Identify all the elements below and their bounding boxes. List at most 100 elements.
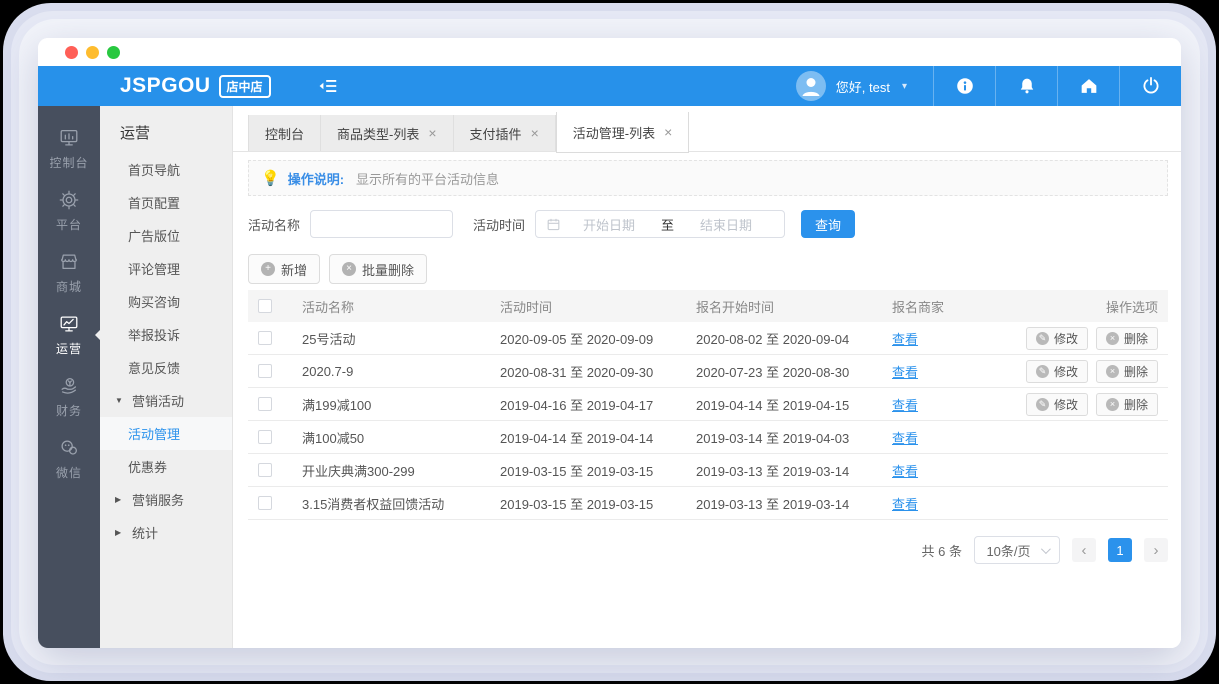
submenu-item[interactable]: 广告版位: [100, 219, 232, 252]
sidebar-item-mall[interactable]: 商城: [38, 242, 100, 304]
submenu-item[interactable]: ▼营销活动: [100, 384, 232, 417]
close-window-button[interactable]: [65, 46, 78, 59]
action-button-label: 删除: [1124, 330, 1148, 347]
pencil-icon: ✎: [1036, 398, 1049, 411]
action-button-label: 修改: [1054, 330, 1078, 347]
row-checkbox[interactable]: [258, 331, 272, 345]
edit-button[interactable]: ✎ 修改: [1026, 327, 1088, 350]
sidebar-item-label: 微信: [56, 464, 82, 481]
close-tab-icon[interactable]: ×: [428, 125, 436, 141]
row-checkbox[interactable]: [258, 496, 272, 510]
submenu-item-label: 广告版位: [128, 226, 180, 245]
cell-time: 2019-03-15 至 2019-03-15: [500, 461, 696, 480]
delete-button[interactable]: ×删除: [1096, 393, 1158, 416]
date-range-picker[interactable]: 开始日期 至 结束日期: [535, 210, 785, 238]
prev-page-button[interactable]: ‹: [1072, 538, 1096, 562]
batch-delete-button-label: 批量删除: [362, 260, 414, 279]
home-button[interactable]: [1058, 66, 1119, 106]
view-merchants-link[interactable]: 查看: [892, 431, 918, 446]
select-all-checkbox[interactable]: [258, 299, 272, 313]
close-tab-icon[interactable]: ×: [531, 125, 539, 141]
zoom-window-button[interactable]: [107, 46, 120, 59]
row-checkbox[interactable]: [258, 430, 272, 444]
col-activity-time: 活动时间: [500, 297, 696, 316]
submenu-item[interactable]: 活动管理: [100, 417, 232, 450]
sidebar-item-operations[interactable]: 运营: [38, 304, 100, 366]
info-button[interactable]: [934, 66, 995, 106]
info-icon: [954, 75, 976, 97]
view-merchants-link[interactable]: 查看: [892, 497, 918, 512]
submenu-item[interactable]: 优惠券: [100, 450, 232, 483]
main-panel: 控制台商品类型-列表×支付插件× 活动管理-列表 × 💡 操作说明: 显示所有的平台…: [233, 106, 1181, 648]
app-window: JSPGOU 店中店 您好, test ▾ 控制台平台商城运营财务微信 运营 首…: [38, 38, 1181, 648]
submenu-item[interactable]: ▶统计: [100, 516, 232, 549]
tab-page[interactable]: 支付插件×: [454, 115, 556, 151]
pagination: 共 6 条 10条/页 ‹ 1 ›: [248, 536, 1168, 564]
user-menu[interactable]: 您好, test ▾: [796, 71, 933, 101]
action-button-label: 删除: [1124, 363, 1148, 380]
delete-button[interactable]: ×删除: [1096, 327, 1158, 350]
submenu-item-label: 举报投诉: [128, 325, 180, 344]
submenu-item[interactable]: 首页导航: [100, 153, 232, 186]
sidebar-item-platform[interactable]: 平台: [38, 180, 100, 242]
sidebar-item-wechat[interactable]: 微信: [38, 428, 100, 490]
page-size-select[interactable]: 10条/页: [974, 536, 1060, 564]
chevron-down-icon: ▾: [902, 81, 907, 92]
submenu-item[interactable]: 首页配置: [100, 186, 232, 219]
view-merchants-link[interactable]: 查看: [892, 398, 918, 413]
tab-page[interactable]: 活动管理-列表 ×: [556, 112, 690, 153]
window-titlebar: [38, 38, 1181, 66]
menu-fold-button[interactable]: [317, 75, 339, 97]
cell-name: 开业庆典满300-299: [302, 461, 500, 480]
tab-label: 活动管理-列表: [573, 123, 655, 142]
close-tab-icon[interactable]: ×: [664, 124, 672, 140]
submenu-item[interactable]: 意见反馈: [100, 351, 232, 384]
tab-page[interactable]: 商品类型-列表×: [321, 115, 454, 151]
submenu-item[interactable]: 举报投诉: [100, 318, 232, 351]
row-checkbox[interactable]: [258, 463, 272, 477]
view-merchants-link[interactable]: 查看: [892, 365, 918, 380]
activity-name-input[interactable]: [310, 210, 453, 238]
row-checkbox[interactable]: [258, 364, 272, 378]
submenu-item[interactable]: ▶营销服务: [100, 483, 232, 516]
edit-button[interactable]: ✎修改: [1026, 393, 1088, 416]
minimize-window-button[interactable]: [86, 46, 99, 59]
sidebar-item-console[interactable]: 控制台: [38, 118, 100, 180]
submenu-title: 运营: [120, 122, 232, 143]
page-number-button[interactable]: 1: [1108, 538, 1132, 562]
next-page-button[interactable]: ›: [1144, 538, 1168, 562]
pencil-icon: ✎: [1036, 332, 1049, 345]
sidebar-item-finance[interactable]: 财务: [38, 366, 100, 428]
cell-name: 满199减100: [302, 395, 500, 414]
cell-time: 2019-04-16 至 2019-04-17: [500, 395, 696, 414]
primary-sidebar: 控制台平台商城运营财务微信: [38, 106, 100, 648]
cell-actions: ✎ 修改 ×删除: [1018, 327, 1158, 350]
end-date-input[interactable]: 结束日期: [678, 215, 774, 234]
submenu-item[interactable]: 购买咨询: [100, 285, 232, 318]
add-button[interactable]: + 新增: [248, 254, 320, 284]
cell-signup: 2020-07-23 至 2020-08-30: [696, 362, 892, 381]
submenu-item-label: 首页导航: [128, 160, 180, 179]
batch-delete-button[interactable]: × 批量删除: [329, 254, 427, 284]
submenu-item-label: 评论管理: [128, 259, 180, 278]
search-button[interactable]: 查询: [801, 210, 855, 238]
activities-table: 活动名称 活动时间 报名开始时间 报名商家 操作选项 25号活动2020-09-…: [248, 290, 1168, 520]
delete-button[interactable]: ×删除: [1096, 360, 1158, 383]
cell-signup: 2019-03-13 至 2019-03-14: [696, 494, 892, 513]
total-count: 共 6 条: [922, 541, 962, 560]
row-checkbox[interactable]: [258, 397, 272, 411]
submenu-item[interactable]: 评论管理: [100, 252, 232, 285]
bell-button[interactable]: [996, 66, 1057, 106]
greeting-text: 您好, test: [836, 77, 890, 96]
add-button-label: 新增: [281, 260, 307, 279]
info-bar: 💡 操作说明: 显示所有的平台活动信息: [248, 160, 1168, 196]
table-row: 开业庆典满300-2992019-03-15 至 2019-03-152019-…: [248, 454, 1168, 487]
view-merchants-link[interactable]: 查看: [892, 332, 918, 347]
page-content: 💡 操作说明: 显示所有的平台活动信息 活动名称 活动时间 开始日期: [233, 152, 1181, 648]
start-date-input[interactable]: 开始日期: [561, 215, 657, 234]
view-merchants-link[interactable]: 查看: [892, 464, 918, 479]
power-button[interactable]: [1120, 66, 1181, 106]
cell-actions: ✎修改 ×删除: [1018, 393, 1158, 416]
edit-button[interactable]: ✎修改: [1026, 360, 1088, 383]
tab-console[interactable]: 控制台: [248, 115, 321, 151]
